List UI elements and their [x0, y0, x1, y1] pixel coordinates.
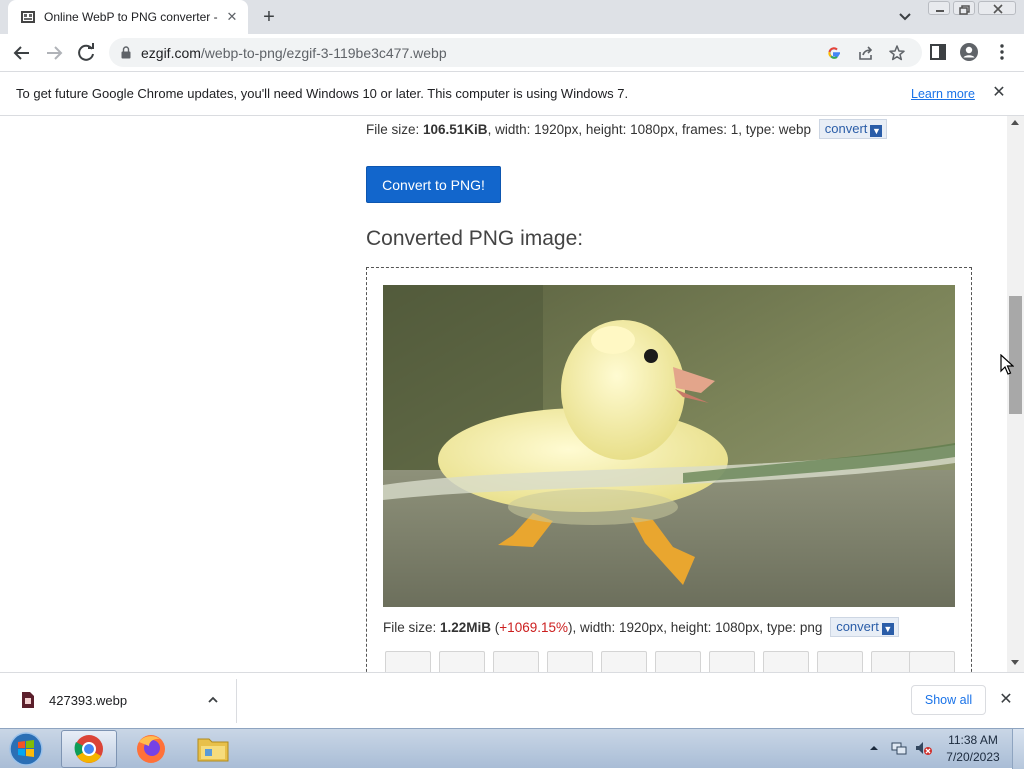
- browser-toolbar: ezgif.com/webp-to-png/ezgif-3-119be3c477…: [0, 34, 1024, 71]
- download-arrow-icon: ▼: [881, 623, 894, 635]
- show-all-button[interactable]: Show all: [911, 685, 986, 715]
- source-details: , width: 1920px, height: 1080px, frames:…: [487, 122, 812, 137]
- folder-icon: [197, 738, 229, 762]
- taskbar-firefox-button[interactable]: [123, 730, 179, 768]
- overlay-tool-icon[interactable]: [817, 651, 863, 672]
- effects-tool-icon[interactable]: [547, 651, 593, 672]
- minimize-icon: [936, 10, 944, 12]
- speed-tool-icon[interactable]: [601, 651, 647, 672]
- profile-avatar-icon[interactable]: [959, 42, 979, 62]
- google-lens-icon[interactable]: [825, 44, 843, 62]
- address-bar[interactable]: ezgif.com/webp-to-png/ezgif-3-119be3c477…: [109, 38, 922, 67]
- window-restore-button[interactable]: [953, 1, 975, 15]
- forward-arrow-icon[interactable]: [41, 40, 67, 66]
- result-heading: Converted PNG image:: [366, 227, 584, 250]
- result-size-value: 1.22MiB: [440, 620, 492, 635]
- ezgif-favicon-icon: [21, 11, 35, 23]
- mouse-cursor-icon: [1000, 354, 1014, 375]
- clock-time: 11:38 AM: [948, 733, 998, 747]
- infobar-close-icon[interactable]: ✕: [991, 85, 1007, 101]
- firefox-icon: [137, 735, 165, 763]
- chrome-icon: [74, 735, 103, 763]
- optimize-tool-icon[interactable]: [493, 651, 539, 672]
- resize-tool-icon[interactable]: [385, 651, 431, 672]
- page-scrollbar[interactable]: [1007, 116, 1024, 672]
- show-desktop-button[interactable]: [1012, 729, 1024, 769]
- scroll-up-arrow-icon[interactable]: [1011, 120, 1019, 125]
- text-tool-icon[interactable]: [709, 651, 755, 672]
- kebab-menu-icon[interactable]: [992, 42, 1012, 62]
- file-icon: [22, 692, 34, 708]
- convert-label: convert: [836, 619, 879, 634]
- close-x-icon: [993, 4, 1003, 14]
- download-bar: 427393.webp Show all ✕: [0, 672, 1024, 728]
- source-convert-button[interactable]: convert ▼: [818, 119, 888, 139]
- convert-to-png-button[interactable]: Convert to PNG!: [366, 166, 501, 203]
- url-text[interactable]: ezgif.com/webp-to-png/ezgif-3-119be3c477…: [141, 45, 447, 61]
- scroll-down-arrow-icon[interactable]: [1011, 660, 1019, 665]
- convert-label: convert: [824, 121, 868, 136]
- network-icon[interactable]: [891, 740, 907, 756]
- url-domain: ezgif.com: [141, 45, 201, 61]
- tab-close-icon[interactable]: ✕: [224, 9, 240, 25]
- tab-search-chevron-icon[interactable]: [895, 8, 915, 26]
- taskbar-explorer-button[interactable]: [185, 730, 241, 768]
- converted-file-info: File size: 1.22MiB (+1069.15%), width: 1…: [383, 617, 899, 637]
- result-container: File size: 1.22MiB (+1069.15%), width: 1…: [366, 267, 972, 672]
- url-path: /webp-to-png/ezgif-3-119be3c477.webp: [200, 45, 447, 61]
- back-arrow-icon[interactable]: [9, 40, 35, 66]
- source-file-info: File size: 106.51KiB, width: 1920px, hei…: [366, 119, 888, 139]
- rotate-tool-icon[interactable]: [655, 651, 701, 672]
- window-minimize-button[interactable]: [928, 1, 950, 15]
- source-size-value: 106.51KiB: [423, 122, 488, 137]
- download-filename[interactable]: 427393.webp: [49, 693, 127, 708]
- clock-date: 7/20/2023: [946, 750, 1000, 764]
- page-content: File size: 106.51KiB, width: 1920px, hei…: [0, 116, 1007, 672]
- download-bar-close-icon[interactable]: ✕: [998, 692, 1014, 708]
- learn-more-link[interactable]: Learn more: [911, 87, 975, 101]
- side-panel-icon[interactable]: [928, 42, 948, 62]
- chevron-up-icon[interactable]: [206, 693, 220, 707]
- lock-icon[interactable]: [121, 46, 131, 59]
- browser-tab[interactable]: Online WebP to PNG converter - ✕: [8, 0, 248, 34]
- bookmark-star-icon[interactable]: [888, 44, 906, 62]
- update-infobar: To get future Google Chrome updates, you…: [0, 71, 1024, 116]
- system-clock[interactable]: 11:38 AM 7/20/2023: [940, 732, 1006, 766]
- save-tool-icon[interactable]: [909, 651, 955, 672]
- size-increase-percent: +1069.15%: [499, 620, 568, 635]
- new-tab-button[interactable]: +: [258, 6, 280, 28]
- edit-tools-row: [385, 651, 955, 672]
- windows-taskbar: 11:38 AM 7/20/2023: [0, 728, 1024, 769]
- tray-overflow-arrow-icon[interactable]: [869, 743, 879, 753]
- tab-title: Online WebP to PNG converter -: [44, 10, 218, 24]
- result-details: ), width: 1920px, height: 1080px, type: …: [567, 620, 823, 635]
- cut-tool-icon[interactable]: [763, 651, 809, 672]
- taskbar-chrome-button[interactable]: [61, 730, 117, 768]
- source-size-label: File size:: [366, 122, 424, 137]
- converted-duckling-image[interactable]: [383, 285, 955, 607]
- result-size-label: File size:: [383, 620, 441, 635]
- download-arrow-icon: ▼: [870, 125, 883, 137]
- volume-muted-icon[interactable]: [915, 740, 933, 756]
- crop-tool-icon[interactable]: [439, 651, 485, 672]
- restore-icon: [959, 5, 970, 15]
- share-icon[interactable]: [857, 44, 875, 62]
- browser-titlebar: Online WebP to PNG converter - ✕ +: [0, 0, 1024, 34]
- result-convert-button[interactable]: convert ▼: [830, 617, 899, 637]
- reload-icon[interactable]: [73, 40, 99, 66]
- window-close-button[interactable]: [978, 1, 1016, 15]
- windows-start-icon[interactable]: [6, 731, 46, 767]
- download-separator: [236, 679, 237, 723]
- infobar-message: To get future Google Chrome updates, you…: [16, 86, 629, 101]
